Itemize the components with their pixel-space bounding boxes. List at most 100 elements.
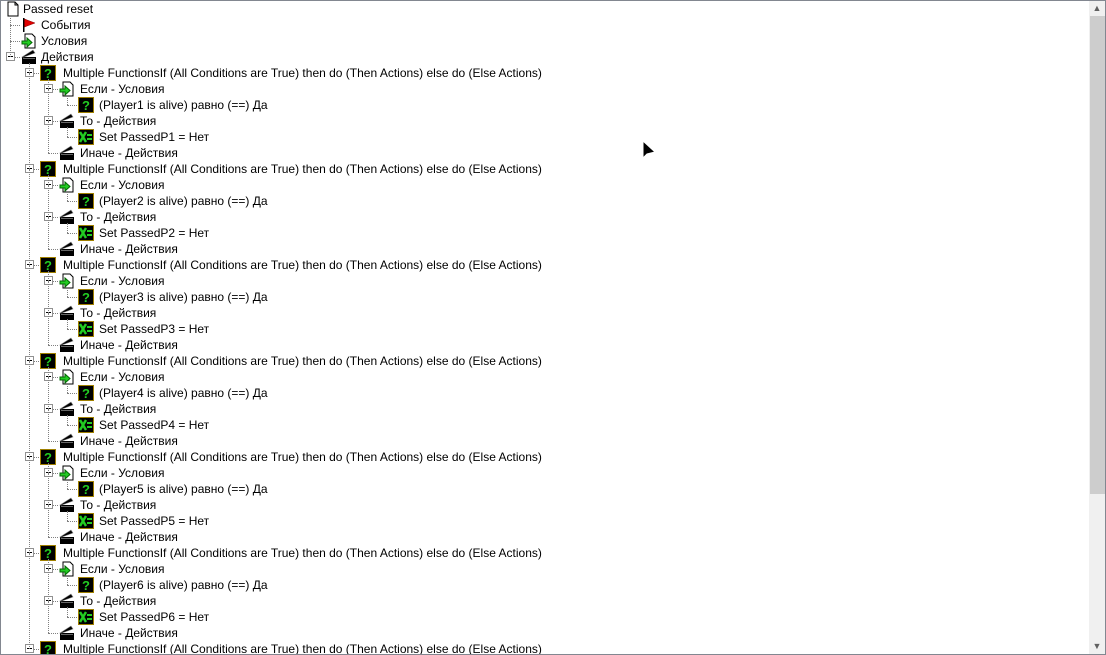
tree-item-actions[interactable]: Действия <box>1 49 1089 65</box>
tree-item-condition[interactable]: ? (Player5 is alive) равно (==) Да <box>1 481 1089 497</box>
tree-connector <box>48 409 49 441</box>
tree-item-set-action[interactable]: Set PassedP4 = Нет <box>1 417 1089 433</box>
tree-item-label: Если - Условия <box>80 274 165 288</box>
scroll-up-button[interactable]: ▲ <box>1089 1 1105 16</box>
tree-connector <box>67 233 77 234</box>
tree-item-set-action[interactable]: Set PassedP2 = Нет <box>1 225 1089 241</box>
tree-connector <box>67 393 77 394</box>
tree-item-label: Set PassedP2 = Нет <box>99 226 210 240</box>
tree-connector <box>67 425 77 426</box>
tree-item-multiple-functions[interactable]: ? Multiple FunctionsIf (All Conditions ar… <box>1 257 1089 273</box>
tree-item-else-actions[interactable]: Иначе - Действия <box>1 625 1089 641</box>
tree-connector <box>48 313 49 345</box>
tree-item-multiple-functions[interactable]: ? Multiple FunctionsIf (All Conditions ar… <box>1 353 1089 369</box>
tree-item-else-actions[interactable]: Иначе - Действия <box>1 337 1089 353</box>
tree-connector <box>10 41 20 42</box>
tree-connector <box>29 457 30 553</box>
tree-connector <box>67 617 77 618</box>
tree-item-label: Set PassedP5 = Нет <box>99 514 210 528</box>
tree-item-condition[interactable]: ? (Player4 is alive) равно (==) Да <box>1 385 1089 401</box>
tree-item-if-conditions[interactable]: Если - Условия <box>1 561 1089 577</box>
tree-item-then-actions[interactable]: То - Действия <box>1 497 1089 513</box>
tree-connector <box>67 479 68 489</box>
vertical-scrollbar[interactable]: ▲ ▼ <box>1089 1 1105 654</box>
tree-connector <box>48 633 58 634</box>
tree-item-if-conditions[interactable]: Если - Условия <box>1 369 1089 385</box>
action-clapperboard-icon <box>58 529 75 545</box>
svg-text:?: ? <box>82 194 90 209</box>
tree-item-condition[interactable]: ? (Player1 is alive) равно (==) Да <box>1 97 1089 113</box>
tree-connector <box>48 271 49 281</box>
tree-connector <box>29 265 30 361</box>
tree-item-label: Иначе - Действия <box>80 242 178 256</box>
tree-item-conditions[interactable]: Условия <box>1 33 1089 49</box>
tree-item-then-actions[interactable]: То - Действия <box>1 113 1089 129</box>
tree-item-set-action[interactable]: Set PassedP6 = Нет <box>1 609 1089 625</box>
tree-item-label: Действия <box>41 50 94 64</box>
tree-item-condition[interactable]: ? (Player6 is alive) равно (==) Да <box>1 577 1089 593</box>
action-clapperboard-icon <box>58 433 75 449</box>
tree-connector <box>67 191 68 201</box>
tree-connector <box>48 79 49 89</box>
tree-connector <box>67 127 68 137</box>
function-question-icon: ? <box>78 577 94 593</box>
tree-item-set-action[interactable]: Set PassedP1 = Нет <box>1 129 1089 145</box>
condition-icon <box>21 33 37 49</box>
tree-item-multiple-functions[interactable]: ? Multiple FunctionsIf (All Conditions ar… <box>1 65 1089 81</box>
tree-root[interactable]: Passed reset <box>1 1 1089 17</box>
tree-item-label: Set PassedP6 = Нет <box>99 610 210 624</box>
scroll-down-button[interactable]: ▼ <box>1089 639 1105 654</box>
tree-connector <box>67 287 68 297</box>
tree-item-else-actions[interactable]: Иначе - Действия <box>1 529 1089 545</box>
tree-item-multiple-functions[interactable]: ? Multiple FunctionsIf (All Conditions ar… <box>1 161 1089 177</box>
tree-connector <box>67 511 68 521</box>
action-clapperboard-icon <box>58 337 75 353</box>
tree-connector <box>67 319 68 329</box>
document-icon <box>5 1 21 17</box>
tree-item-if-conditions[interactable]: Если - Условия <box>1 81 1089 97</box>
svg-text:?: ? <box>82 578 90 593</box>
tree-item-multiple-functions[interactable]: ? Multiple FunctionsIf (All Conditions ar… <box>1 449 1089 465</box>
tree-item-if-conditions[interactable]: Если - Условия <box>1 465 1089 481</box>
tree-item-label: (Player6 is alive) равно (==) Да <box>99 578 268 592</box>
tree-connector <box>67 575 68 585</box>
tree-item-label: Иначе - Действия <box>80 434 178 448</box>
tree-item-set-action[interactable]: Set PassedP5 = Нет <box>1 513 1089 529</box>
tree-item-else-actions[interactable]: Иначе - Действия <box>1 433 1089 449</box>
mouse-cursor-icon <box>642 140 657 160</box>
tree-item-set-action[interactable]: Set PassedP3 = Нет <box>1 321 1089 337</box>
tree-item-label: Set PassedP1 = Нет <box>99 130 210 144</box>
tree-item-then-actions[interactable]: То - Действия <box>1 593 1089 609</box>
tree-item-else-actions[interactable]: Иначе - Действия <box>1 145 1089 161</box>
tree-connector <box>10 25 20 26</box>
tree-item-label: Если - Условия <box>80 562 165 576</box>
trigger-tree-view: Passed reset События Условия Действия? Multi… <box>0 0 1106 655</box>
tree-item-label: То - Действия <box>80 498 157 512</box>
tree-item-events[interactable]: События <box>1 17 1089 33</box>
svg-text:?: ? <box>82 482 90 497</box>
tree-item-then-actions[interactable]: То - Действия <box>1 305 1089 321</box>
tree-item-condition[interactable]: ? (Player3 is alive) равно (==) Да <box>1 289 1089 305</box>
tree-item-if-conditions[interactable]: Если - Условия <box>1 273 1089 289</box>
tree-connector <box>29 169 30 265</box>
tree: Passed reset События Условия Действия? Multi… <box>1 1 1089 654</box>
tree-item-multiple-functions[interactable]: ? Multiple FunctionsIf (All Conditions ar… <box>1 545 1089 561</box>
svg-text:?: ? <box>82 98 90 113</box>
tree-item-label: (Player2 is alive) равно (==) Да <box>99 194 268 208</box>
tree-connector <box>48 249 58 250</box>
tree-item-label: То - Действия <box>80 402 157 416</box>
tree-connector <box>67 105 77 106</box>
scrollbar-thumb[interactable] <box>1090 16 1105 494</box>
set-variable-icon <box>78 417 94 433</box>
tree-item-condition[interactable]: ? (Player2 is alive) равно (==) Да <box>1 193 1089 209</box>
action-clapperboard-icon <box>58 145 75 161</box>
tree-connector <box>67 607 68 617</box>
tree-item-multiple-functions[interactable]: ? Multiple FunctionsIf (All Conditions ar… <box>1 641 1089 654</box>
function-question-icon: ? <box>78 193 94 209</box>
set-variable-icon <box>78 129 94 145</box>
tree-item-if-conditions[interactable]: Если - Условия <box>1 177 1089 193</box>
tree-item-then-actions[interactable]: То - Действия <box>1 401 1089 417</box>
tree-item-then-actions[interactable]: То - Действия <box>1 209 1089 225</box>
tree-item-else-actions[interactable]: Иначе - Действия <box>1 241 1089 257</box>
tree-connector <box>67 137 77 138</box>
